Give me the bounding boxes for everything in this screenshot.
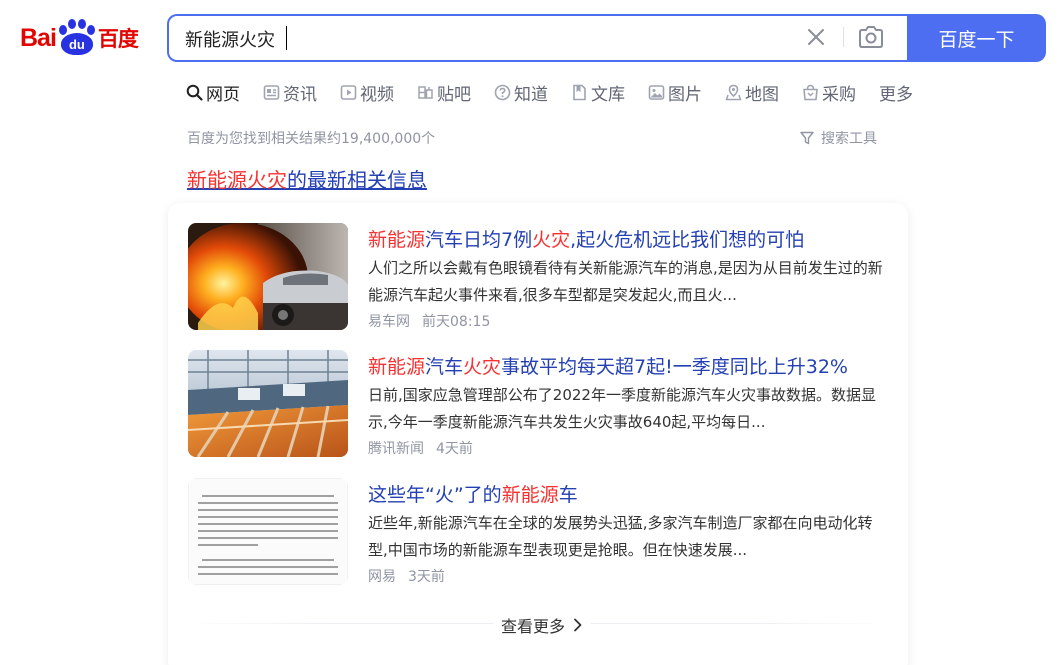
news-source[interactable]: 腾讯新闻 (368, 441, 424, 457)
news-title-highlight: 新能源火灾 (187, 168, 287, 192)
news-item-meta: 易车网 前天08:15 (368, 311, 490, 331)
tieba-icon (418, 85, 433, 99)
paw-icon: du (57, 19, 97, 57)
text-caret (286, 26, 287, 50)
news-source[interactable]: 易车网 (368, 314, 410, 330)
news-item-title[interactable]: 新能源汽车日均7例火灾,起火危机远比我们想的可怕 (368, 225, 804, 252)
tab-image[interactable]: 图片 (648, 79, 702, 105)
title-text: 这些年“火”了的 (368, 484, 502, 506)
news-item-summary: 人们之所以会戴有色眼镜看待有关新能源汽车的消息,是因为从目前发生过的新能源汽车起… (368, 259, 883, 304)
search-tools-button[interactable]: 搜索工具 (800, 128, 877, 148)
news-card: 新能源汽车日均7例火灾,起火危机远比我们想的可怕 人们之所以会戴有色眼镜看待有关… (168, 203, 908, 665)
question-icon (494, 84, 511, 100)
news-thumbnail-factory[interactable] (188, 350, 348, 457)
title-text: ,起火危机远比我们想的可怕 (570, 229, 805, 251)
funnel-icon (800, 131, 814, 145)
search-input[interactable] (185, 26, 785, 52)
tab-label: 视频 (360, 84, 394, 105)
tab-label: 网页 (206, 84, 240, 105)
see-more-button[interactable]: 查看更多 (493, 613, 592, 637)
shopping-icon (803, 84, 818, 100)
tab-label: 文库 (591, 84, 625, 105)
tab-label: 更多 (879, 84, 913, 105)
clear-icon[interactable] (806, 27, 826, 47)
news-item: 新能源汽车火灾事故平均每天超7起!一季度同比上升32% 日前,国家应急管理部公布… (188, 350, 888, 460)
search-tools-label: 搜索工具 (821, 131, 877, 147)
news-icon (263, 84, 280, 100)
news-item-title[interactable]: 这些年“火”了的新能源车 (368, 480, 578, 507)
news-item-meta: 网易 3天前 (368, 566, 445, 586)
chevron-right-icon (574, 618, 582, 632)
tab-zhidao[interactable]: 知道 (494, 79, 548, 105)
see-more-label: 查看更多 (501, 617, 566, 636)
title-text: 汽车日均7例 (425, 229, 533, 251)
news-thumbnail-article-text[interactable] (188, 478, 348, 585)
news-time: 前天08:15 (422, 314, 491, 330)
title-text: 事故平均每天超7起!一季度同比上升32% (501, 356, 848, 378)
search-box[interactable] (167, 14, 907, 62)
camera-icon[interactable] (857, 24, 885, 50)
title-highlight: 新能源 (368, 229, 426, 251)
news-thumbnail-car-fire[interactable] (188, 223, 348, 330)
news-source[interactable]: 网易 (368, 569, 396, 585)
news-item-title[interactable]: 新能源汽车火灾事故平均每天超7起!一季度同比上升32% (368, 352, 848, 379)
news-item: 这些年“火”了的新能源车 近些年,新能源汽车在全球的发展势头迅猛,多家汽车制造厂… (188, 478, 888, 588)
news-item-summary: 日前,国家应急管理部公布了2022年一季度新能源汽车火灾事故数据。数据显示,今年… (368, 386, 876, 431)
news-item-summary: 近些年,新能源汽车在全球的发展势头迅猛,多家汽车制造厂家都在向电动化转型,中国市… (368, 514, 873, 559)
news-time: 4天前 (436, 441, 473, 457)
tab-label: 知道 (514, 84, 548, 105)
result-count: 百度为您找到相关结果约19,400,000个 (187, 131, 436, 147)
title-highlight: 火灾 (463, 356, 502, 378)
title-highlight: 火灾 (532, 229, 571, 251)
tab-web[interactable]: 网页 (186, 79, 240, 105)
tab-label: 采购 (822, 84, 856, 105)
tab-label: 资讯 (283, 84, 317, 105)
title-highlight: 新能源 (368, 356, 426, 378)
tab-tieba[interactable]: 贴吧 (417, 79, 471, 105)
image-icon (648, 84, 665, 100)
news-title-rest: 的最新相关信息 (287, 168, 427, 192)
tab-wenku[interactable]: 文库 (571, 79, 625, 105)
tab-video[interactable]: 视频 (340, 79, 394, 105)
search-divider (843, 27, 844, 47)
tab-news[interactable]: 资讯 (263, 79, 317, 105)
search-button[interactable]: 百度一下 (907, 14, 1046, 62)
news-time: 3天前 (408, 569, 445, 585)
search-tabs: 网页 资讯 视频 贴吧 知道 文库 图片 地图 采购 更多 (186, 79, 936, 105)
tab-label: 图片 (668, 84, 702, 105)
tab-map[interactable]: 地图 (725, 79, 779, 105)
tab-label: 贴吧 (437, 84, 471, 105)
document-icon (573, 84, 586, 100)
tab-more[interactable]: 更多 (879, 79, 913, 105)
title-text: 车 (558, 484, 578, 506)
baidu-logo[interactable]: Bai du 百度 (20, 17, 148, 59)
news-block-title[interactable]: 新能源火灾的最新相关信息 (187, 164, 427, 193)
video-icon (340, 84, 357, 100)
search-icon (186, 84, 203, 101)
tab-label: 地图 (745, 84, 779, 105)
logo-text-bai: Bai (20, 23, 57, 52)
title-highlight: 新能源 (501, 484, 559, 506)
logo-text-cn: 百度 (97, 27, 139, 51)
title-text: 汽车 (425, 356, 464, 378)
logo-text-du: du (60, 33, 93, 55)
news-item: 新能源汽车日均7例火灾,起火危机远比我们想的可怕 人们之所以会戴有色眼镜看待有关… (188, 223, 888, 333)
news-item-meta: 腾讯新闻 4天前 (368, 438, 473, 458)
tab-purchase[interactable]: 采购 (802, 79, 856, 105)
map-icon (725, 84, 742, 100)
